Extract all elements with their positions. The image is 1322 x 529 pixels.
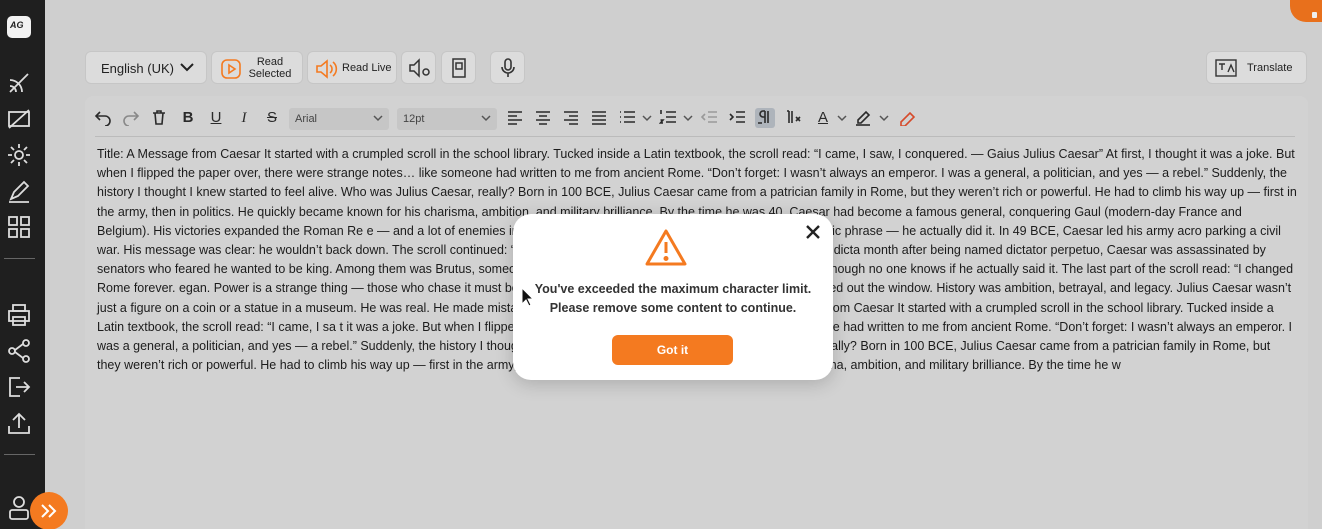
undo-icon[interactable] — [93, 108, 113, 128]
font-size-select[interactable]: 12pt — [397, 108, 497, 130]
chevron-down-icon[interactable] — [642, 114, 652, 122]
print-icon[interactable] — [6, 302, 32, 328]
read-live-button[interactable]: Read Live — [307, 51, 397, 84]
chevron-down-icon — [180, 63, 194, 72]
align-right-icon[interactable] — [561, 108, 581, 128]
chevron-down-icon[interactable] — [837, 114, 847, 122]
italic-button[interactable]: I — [234, 108, 254, 128]
highlight-icon[interactable] — [853, 108, 873, 128]
align-center-icon[interactable] — [533, 108, 553, 128]
speaker-icon — [316, 59, 338, 79]
outdent-icon[interactable] — [699, 108, 719, 128]
got-it-button[interactable]: Got it — [612, 335, 733, 365]
rail-divider — [4, 454, 35, 455]
user-icon[interactable] — [6, 494, 32, 520]
chevron-down-icon — [373, 115, 383, 122]
settings-gear-icon[interactable] — [6, 142, 32, 168]
redo-icon[interactable] — [121, 108, 141, 128]
language-select[interactable]: English (UK) — [85, 51, 207, 84]
pencil-icon[interactable] — [6, 178, 32, 204]
document-button[interactable] — [441, 51, 476, 84]
chevron-down-icon[interactable] — [879, 114, 889, 122]
clear-format-icon[interactable] — [897, 108, 917, 128]
left-sidebar: AG — [0, 0, 45, 529]
bold-button[interactable]: B — [178, 108, 198, 128]
indent-icon[interactable] — [727, 108, 747, 128]
play-icon — [221, 59, 241, 79]
read-selected-button[interactable]: Read Selected — [211, 51, 303, 84]
chevron-down-icon[interactable] — [683, 114, 693, 122]
mouse-cursor-icon — [521, 287, 535, 307]
rtl-direction-icon[interactable] — [783, 108, 803, 128]
underline-button[interactable]: U — [206, 108, 226, 128]
trash-icon[interactable] — [149, 108, 169, 128]
translate-icon — [1215, 59, 1237, 77]
dialog-message: You've exceeded the maximum character li… — [534, 282, 812, 315]
export-icon[interactable] — [6, 374, 32, 400]
translate-button[interactable]: Translate — [1206, 51, 1307, 84]
document-icon — [452, 58, 466, 78]
format-toolbar: B U I S Arial 12pt A — [85, 104, 1308, 134]
close-icon[interactable] — [803, 222, 823, 242]
chevron-down-icon — [481, 115, 491, 122]
no-screen-icon[interactable] — [6, 106, 32, 132]
character-limit-dialog: You've exceeded the maximum character li… — [513, 214, 833, 380]
align-left-icon[interactable] — [505, 108, 525, 128]
justify-icon[interactable] — [589, 108, 609, 128]
microphone-button[interactable] — [490, 51, 525, 84]
app-logo[interactable]: AG — [7, 16, 31, 38]
numbered-list-icon[interactable] — [658, 108, 678, 128]
toolbar-divider — [95, 136, 1295, 137]
text-color-icon[interactable]: A — [813, 108, 833, 128]
warning-icon — [645, 229, 687, 266]
expand-sidebar-button[interactable] — [30, 492, 68, 529]
share-icon[interactable] — [6, 338, 32, 364]
profile-badge[interactable] — [1290, 0, 1322, 22]
upload-icon[interactable] — [6, 410, 32, 436]
feeds-icon[interactable] — [6, 70, 32, 96]
bullet-list-icon[interactable] — [617, 108, 637, 128]
ltr-direction-icon[interactable] — [755, 108, 775, 128]
voice-settings-button[interactable] — [401, 51, 436, 84]
microphone-icon — [501, 58, 515, 77]
speaker-settings-icon — [409, 58, 430, 78]
apps-grid-icon[interactable] — [6, 214, 32, 240]
font-family-select[interactable]: Arial — [289, 108, 389, 130]
strikethrough-button[interactable]: S — [262, 108, 282, 128]
rail-divider — [4, 258, 35, 259]
